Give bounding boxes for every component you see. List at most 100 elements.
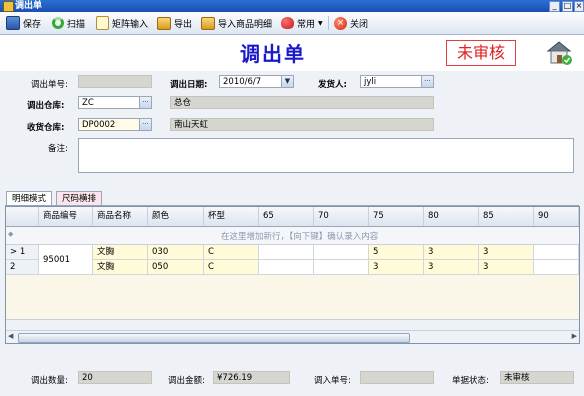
- row-number: 1: [19, 247, 26, 257]
- in-warehouse-name-field[interactable]: 南山天虹: [170, 118, 434, 131]
- state-label: 单据状态:: [452, 376, 489, 386]
- audit-status-stamp: 未审核: [446, 40, 516, 66]
- ellipsis-icon[interactable]: ···: [421, 76, 433, 87]
- in-no-field[interactable]: [360, 371, 434, 384]
- edit-icon: [96, 16, 109, 30]
- matrix-input-button[interactable]: 矩阵输入: [96, 15, 148, 31]
- color-cell[interactable]: 050: [148, 260, 204, 275]
- in-warehouse-code-field[interactable]: DP0002 ···: [78, 118, 152, 131]
- size-90-cell[interactable]: [534, 245, 579, 260]
- scroll-right-icon[interactable]: ▶: [572, 332, 577, 340]
- title-bar: 调出单 _ □ ×: [0, 0, 584, 12]
- col-size-75[interactable]: 75: [369, 207, 424, 226]
- close-icon: ×: [334, 16, 347, 30]
- size-75-cell[interactable]: 3: [369, 260, 424, 275]
- horizontal-scrollbar[interactable]: ◀ ▶: [6, 330, 579, 343]
- tab-detail-mode[interactable]: 明细模式: [6, 191, 53, 206]
- product-name-cell[interactable]: 文胸: [93, 260, 148, 275]
- out-warehouse-code-field[interactable]: ZC ···: [78, 96, 152, 109]
- ellipsis-icon[interactable]: ···: [139, 97, 151, 108]
- in-no-label: 调入单号:: [314, 376, 351, 386]
- grid-header: 商品编号 商品名称 颜色 杯型 65 70 75 80 85 90: [6, 207, 579, 227]
- size-80-cell[interactable]: 3: [424, 245, 479, 260]
- row-header[interactable]: 2: [6, 260, 39, 275]
- size-70-cell[interactable]: [314, 245, 369, 260]
- col-size-85[interactable]: 85: [479, 207, 534, 226]
- col-color[interactable]: 颜色: [148, 207, 204, 226]
- out-warehouse-code: ZC: [82, 98, 94, 108]
- scan-label: 扫描: [67, 19, 86, 30]
- toolbar: 保存 扫描 矩阵输入 导出 导入商品明细 常用 ▼ × 关闭: [0, 12, 584, 35]
- new-row-icon: ◆: [8, 230, 14, 238]
- col-product-code[interactable]: 商品编号: [39, 207, 93, 226]
- size-65-cell[interactable]: [259, 260, 314, 275]
- minimize-button[interactable]: _: [549, 1, 560, 12]
- in-warehouse-label: 收货仓库:: [27, 123, 65, 133]
- col-cup[interactable]: 杯型: [204, 207, 259, 226]
- cup-cell[interactable]: C: [204, 245, 259, 260]
- col-size-90[interactable]: 90: [534, 207, 579, 226]
- import-icon: [201, 16, 215, 30]
- current-row-marker: >: [10, 247, 18, 257]
- out-warehouse-name-field[interactable]: 总仓: [170, 96, 434, 109]
- matrix-input-label: 矩阵输入: [112, 19, 149, 30]
- state-field[interactable]: 未审核: [500, 371, 574, 384]
- order-no-field[interactable]: [78, 75, 152, 88]
- scroll-left-icon[interactable]: ◀: [8, 332, 13, 340]
- size-65-cell[interactable]: [259, 245, 314, 260]
- export-icon: [157, 16, 171, 30]
- tab-size-horizontal[interactable]: 尺码横排: [56, 191, 103, 206]
- save-button[interactable]: 保存: [6, 15, 41, 31]
- scrollbar-thumb[interactable]: [18, 333, 410, 343]
- window-icon: [3, 1, 14, 12]
- product-code-cell[interactable]: 95001: [39, 245, 93, 275]
- detail-grid: 商品编号 商品名称 颜色 杯型 65 70 75 80 85 90 ◆ 在这里增…: [5, 206, 580, 344]
- col-size-65[interactable]: 65: [259, 207, 314, 226]
- size-85-cell[interactable]: 3: [479, 245, 534, 260]
- import-detail-button[interactable]: 导入商品明细: [201, 15, 272, 31]
- grid-empty-area: [6, 275, 579, 319]
- size-70-cell[interactable]: [314, 260, 369, 275]
- document-title: 调出单: [240, 42, 306, 66]
- cup-cell[interactable]: C: [204, 260, 259, 275]
- date-field[interactable]: 2010/6/7 ▼: [219, 75, 294, 88]
- scan-button[interactable]: 扫描: [52, 15, 85, 31]
- row-header-corner: [6, 207, 39, 226]
- close-label: 关闭: [350, 19, 369, 30]
- close-window-button[interactable]: ×: [574, 1, 584, 12]
- ellipsis-icon[interactable]: ···: [139, 119, 151, 130]
- house-icon[interactable]: [544, 39, 574, 67]
- chevron-down-icon: ▼: [318, 19, 323, 27]
- maximize-button[interactable]: □: [562, 1, 573, 12]
- sender-field[interactable]: jyli ···: [360, 75, 434, 88]
- amount-field[interactable]: ¥726.19: [213, 371, 290, 384]
- qty-field[interactable]: 20: [78, 371, 152, 384]
- size-85-cell[interactable]: 3: [479, 260, 534, 275]
- size-90-cell[interactable]: [534, 260, 579, 275]
- size-75-cell[interactable]: 5: [369, 245, 424, 260]
- qty-label: 调出数量:: [31, 376, 68, 386]
- amount-label: 调出金额:: [168, 376, 205, 386]
- close-button[interactable]: × 关闭: [334, 15, 368, 31]
- row-header[interactable]: > 1: [6, 245, 39, 260]
- save-icon: [6, 16, 20, 30]
- col-size-80[interactable]: 80: [424, 207, 479, 226]
- date-label: 调出日期:: [170, 80, 208, 90]
- product-name-cell[interactable]: 文胸: [93, 245, 148, 260]
- common-menu-button[interactable]: 常用 ▼: [281, 15, 323, 31]
- refresh-icon: [52, 17, 64, 29]
- order-no-label: 调出单号:: [31, 80, 68, 90]
- col-product-name[interactable]: 商品名称: [93, 207, 148, 226]
- remark-textarea[interactable]: [78, 138, 574, 173]
- export-label: 导出: [174, 19, 193, 30]
- calendar-dropdown-icon[interactable]: ▼: [281, 76, 293, 87]
- new-row-placeholder[interactable]: ◆ 在这里增加新行，【向下键】确认录入内容: [6, 227, 579, 245]
- save-label: 保存: [23, 19, 42, 30]
- import-detail-label: 导入商品明细: [218, 19, 273, 30]
- color-cell[interactable]: 030: [148, 245, 204, 260]
- out-warehouse-label: 调出仓库:: [27, 101, 65, 111]
- export-button[interactable]: 导出: [157, 15, 192, 31]
- col-size-70[interactable]: 70: [314, 207, 369, 226]
- size-80-cell[interactable]: 3: [424, 260, 479, 275]
- sender-label: 发货人:: [318, 80, 347, 90]
